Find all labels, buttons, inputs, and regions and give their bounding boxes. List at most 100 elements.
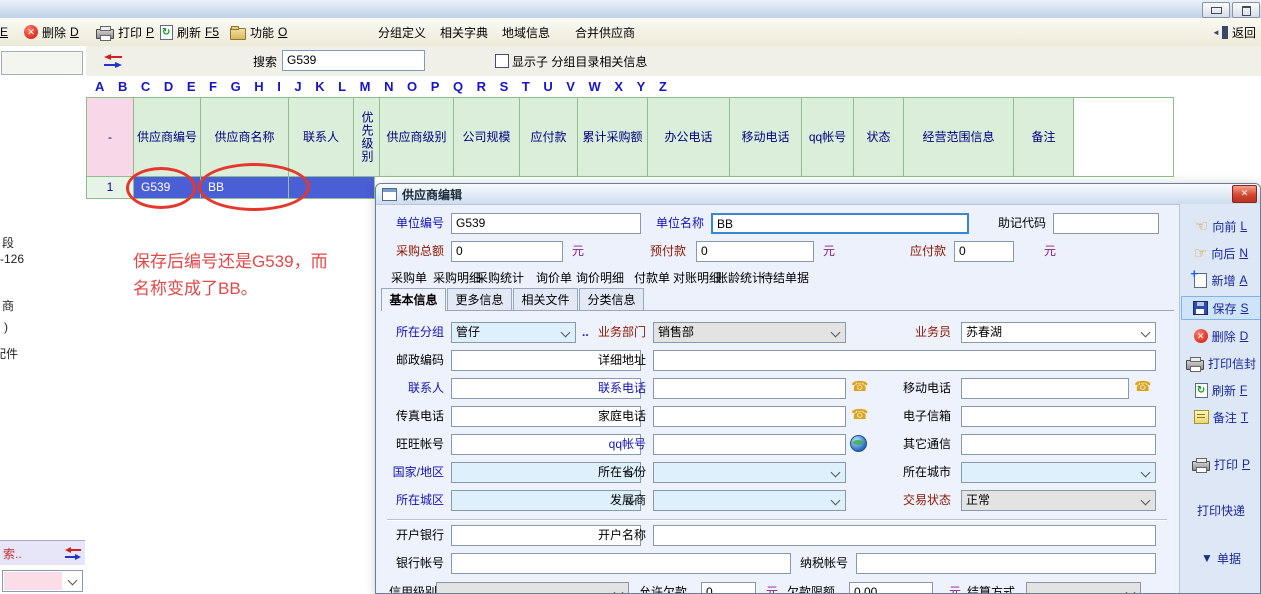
doc-link-2[interactable]: 采购明细 — [433, 269, 481, 286]
toolbar-delete-button[interactable]: 删除D — [24, 22, 79, 42]
dialog-titlebar[interactable]: 供应商编辑 — [376, 184, 1260, 205]
tree-item-fragment[interactable]: 段 — [2, 234, 14, 251]
menu-region-info[interactable]: 地域信息 — [502, 22, 550, 42]
doc-link-4[interactable]: 询价单 — [536, 269, 572, 286]
maximize-button[interactable] — [1232, 2, 1260, 18]
bank-account-input[interactable] — [451, 553, 791, 574]
alphabet-letter-J[interactable]: J — [294, 79, 301, 94]
alphabet-letter-H[interactable]: H — [254, 79, 263, 94]
tab-2[interactable]: 更多信息 — [447, 288, 512, 310]
side-button-单据[interactable]: 单据 — [1181, 547, 1261, 569]
table-header-cell[interactable]: 供应商编号 — [134, 97, 201, 177]
tree-item-fragment[interactable]: -126 — [0, 252, 24, 266]
phone-icon[interactable] — [851, 406, 868, 423]
doc-link-9[interactable]: 待结单据 — [761, 269, 809, 286]
table-header-cell[interactable]: 备注 — [1014, 97, 1074, 177]
alphabet-letter-T[interactable]: T — [522, 79, 530, 94]
alphabet-letter-M[interactable]: M — [360, 79, 371, 94]
side-button-向后[interactable]: 向后N — [1181, 242, 1261, 264]
table-header-cell[interactable]: 状态 — [854, 97, 904, 177]
tree-item-fragment[interactable]: 商 — [2, 297, 14, 314]
phone-icon[interactable] — [851, 378, 868, 395]
alphabet-letter-R[interactable]: R — [477, 79, 486, 94]
group-browse-button[interactable]: .. — [582, 325, 589, 339]
payable-input[interactable]: 0 — [954, 241, 1014, 262]
table-header-cell[interactable]: 优先级别 — [354, 97, 380, 177]
debt-limit-input[interactable]: 0.00 — [849, 582, 933, 594]
home-phone-input[interactable] — [653, 406, 846, 427]
unit-code-input[interactable]: G539 — [451, 213, 641, 234]
toolbar-print-button[interactable]: 打印P — [96, 22, 154, 42]
qq-input[interactable] — [653, 434, 846, 455]
alphabet-letter-E[interactable]: E — [187, 79, 196, 94]
other-comm-input[interactable] — [961, 434, 1156, 455]
alphabet-letter-C[interactable]: C — [141, 79, 150, 94]
side-button-备注[interactable]: 备注T — [1181, 406, 1261, 428]
alphabet-letter-N[interactable]: N — [384, 79, 393, 94]
show-sub-checkbox[interactable] — [495, 54, 509, 68]
doc-link-7[interactable]: 对账明细 — [673, 269, 721, 286]
alphabet-letter-S[interactable]: S — [500, 79, 509, 94]
alphabet-letter-A[interactable]: A — [95, 79, 104, 94]
tree-item-fragment[interactable]: ) — [4, 320, 8, 334]
prepaid-input[interactable]: 0 — [696, 241, 814, 262]
table-header-cell[interactable]: 经营范围信息 — [904, 97, 1014, 177]
tab-1[interactable]: 基本信息 — [381, 288, 446, 311]
alphabet-letter-L[interactable]: L — [338, 79, 346, 94]
side-button-刷新[interactable]: 刷新F — [1181, 379, 1261, 401]
table-header-filler[interactable] — [1074, 97, 1174, 177]
group-combo[interactable]: 管仔 — [451, 322, 576, 343]
side-button-打印信封[interactable]: 打印信封 — [1181, 352, 1261, 374]
province-combo[interactable] — [653, 462, 846, 483]
side-button-新增[interactable]: 新增A — [1181, 269, 1261, 291]
doc-link-5[interactable]: 询价明细 — [576, 269, 624, 286]
toolbar-back-button[interactable]: 返回 — [1222, 22, 1256, 42]
side-button-打印快递[interactable]: 打印快递 — [1181, 499, 1261, 521]
globe-icon[interactable] — [850, 435, 867, 452]
dialog-close-button[interactable] — [1232, 185, 1257, 203]
search-input[interactable]: G539 — [282, 50, 425, 71]
alphabet-letter-I[interactable]: I — [277, 79, 281, 94]
table-header-cell[interactable]: 供应商级别 — [380, 97, 454, 177]
table-header-cell[interactable]: 公司规模 — [454, 97, 520, 177]
side-button-向前[interactable]: 向前L — [1181, 215, 1261, 237]
menu-group-define[interactable]: 分组定义 — [378, 22, 426, 42]
table-header-cell[interactable]: 联系人 — [289, 97, 354, 177]
allow-debt-input[interactable]: 0 — [701, 582, 756, 594]
alphabet-letter-B[interactable]: B — [118, 79, 127, 94]
alphabet-letter-O[interactable]: O — [407, 79, 417, 94]
dept-combo[interactable]: 销售部 — [653, 322, 846, 343]
tab-4[interactable]: 分类信息 — [579, 288, 644, 310]
purchase-total-input[interactable]: 0 — [451, 241, 563, 262]
doc-link-8[interactable]: 账龄统计 — [716, 269, 764, 286]
toolbar-refresh-button[interactable]: 刷新F5 — [160, 22, 219, 42]
mobile-input[interactable] — [961, 378, 1129, 399]
menu-related-dict[interactable]: 相关字典 — [440, 22, 488, 42]
table-header-cell[interactable]: qq帐号 — [802, 97, 854, 177]
alphabet-letter-Q[interactable]: Q — [453, 79, 463, 94]
side-button-打印[interactable]: 打印P — [1181, 453, 1261, 475]
credit-combo[interactable] — [436, 582, 629, 594]
contact-phone-input[interactable] — [653, 378, 846, 399]
unit-name-input[interactable]: BB — [711, 213, 969, 234]
left-panel-search-bar[interactable]: 索.. — [0, 540, 85, 565]
alphabet-letter-U[interactable]: U — [543, 79, 552, 94]
alphabet-letter-Z[interactable]: Z — [659, 79, 667, 94]
tab-3[interactable]: 相关文件 — [513, 288, 578, 310]
alphabet-letter-Y[interactable]: Y — [637, 79, 646, 94]
address-input[interactable] — [653, 350, 1156, 371]
city-combo[interactable] — [961, 462, 1156, 483]
alphabet-letter-F[interactable]: F — [209, 79, 217, 94]
alphabet-letter-K[interactable]: K — [315, 79, 324, 94]
developer-combo[interactable] — [653, 490, 846, 511]
sync-arrows-icon[interactable] — [103, 54, 123, 71]
left-panel-header[interactable] — [1, 51, 83, 75]
trade-status-combo[interactable]: 正常 — [961, 490, 1156, 511]
phone-icon[interactable] — [1134, 378, 1151, 395]
alphabet-letter-P[interactable]: P — [431, 79, 440, 94]
table-header-cell[interactable]: 移动电话 — [730, 97, 802, 177]
table-header-cell[interactable]: - — [86, 97, 134, 177]
email-input[interactable] — [961, 406, 1156, 427]
left-panel-combo[interactable] — [2, 570, 83, 592]
toolbar-cut-button[interactable]: E — [0, 22, 8, 42]
